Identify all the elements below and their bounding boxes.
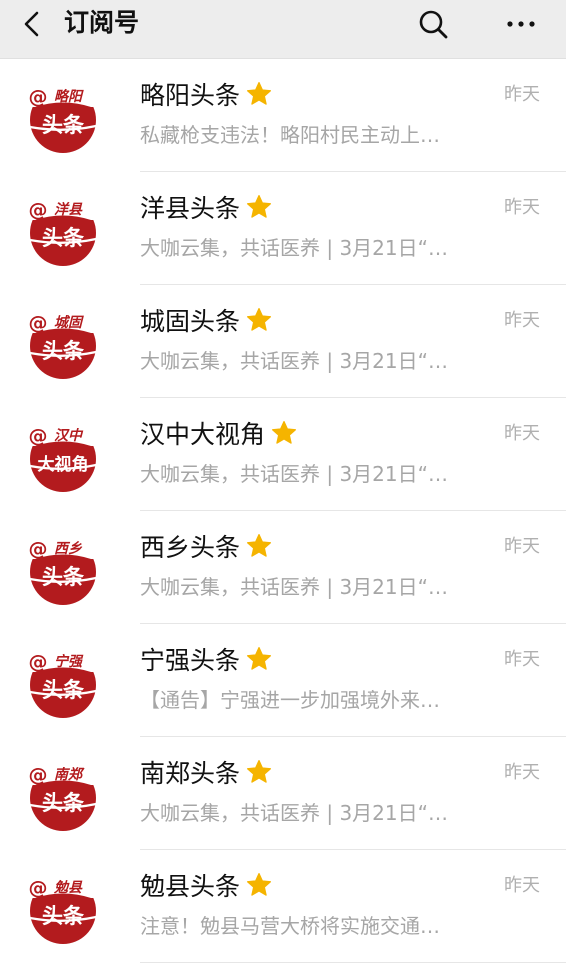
- logo-main-text: 头条: [42, 791, 85, 815]
- account-name-text: 城固头条: [140, 307, 241, 336]
- at-symbol: @: [29, 425, 48, 447]
- star-icon: [246, 194, 272, 218]
- account-name-text: 洋县头条: [140, 194, 241, 223]
- account-avatar: @ 宁强 头条: [22, 648, 104, 718]
- logo-main-text: 头条: [42, 904, 85, 928]
- timestamp: 昨天: [504, 536, 540, 557]
- account-name-text: 略阳头条: [140, 81, 241, 110]
- account-name-text: 汉中大视角: [140, 420, 266, 449]
- star-icon: [246, 307, 272, 331]
- account-name-text: 宁强头条: [140, 646, 241, 675]
- account-name-text: 西乡头条: [140, 533, 241, 562]
- at-symbol: @: [29, 312, 48, 334]
- latest-article-summary: 大咖云集，共话医养 | 3月21日“…: [140, 462, 448, 486]
- logo-city-text: 洋县: [54, 201, 83, 218]
- at-symbol: @: [29, 538, 48, 560]
- account-avatar: @ 洋县 头条: [22, 196, 104, 266]
- search-icon[interactable]: [417, 8, 451, 40]
- logo-city-text: 汉中: [54, 427, 84, 444]
- star-icon: [246, 646, 272, 670]
- star-icon: [246, 533, 272, 557]
- latest-article-summary: 私藏枪支违法！略阳村民主动上…: [140, 123, 440, 147]
- at-symbol: @: [29, 199, 48, 221]
- chevron-left-icon[interactable]: [20, 10, 44, 38]
- logo-city-text: 西乡: [54, 540, 83, 557]
- subscription-item[interactable]: @ 西乡 头条 西乡头条 大咖云集，共话医养 | 3月21日“… 昨天: [0, 511, 566, 624]
- subscription-item[interactable]: @ 城固 头条 城固头条 大咖云集，共话医养 | 3月21日“… 昨天: [0, 285, 566, 398]
- timestamp: 昨天: [504, 197, 540, 218]
- at-symbol: @: [29, 651, 48, 673]
- logo-city-text: 宁强: [54, 653, 84, 670]
- account-name: 宁强头条: [140, 646, 272, 676]
- latest-article-summary: 注意！勉县马营大桥将实施交通…: [140, 914, 440, 938]
- account-avatar: @ 南郑 头条: [22, 761, 104, 831]
- subscription-item[interactable]: @ 洋县 头条 洋县头条 大咖云集，共话医养 | 3月21日“… 昨天: [0, 172, 566, 285]
- latest-article-summary: 大咖云集，共话医养 | 3月21日“…: [140, 236, 448, 260]
- timestamp: 昨天: [504, 423, 540, 444]
- latest-article-summary: 大咖云集，共话医养 | 3月21日“…: [140, 575, 448, 599]
- timestamp: 昨天: [504, 762, 540, 783]
- logo-main-text: 头条: [42, 565, 85, 589]
- account-avatar: @ 略阳 头条: [22, 83, 104, 153]
- at-symbol: @: [29, 764, 48, 786]
- account-name: 西乡头条: [140, 533, 272, 563]
- subscription-item[interactable]: @ 略阳 头条 略阳头条 私藏枪支违法！略阳村民主动上… 昨天: [0, 59, 566, 172]
- logo-main-text: 头条: [42, 339, 85, 363]
- account-name: 汉中大视角: [140, 420, 297, 450]
- at-symbol: @: [29, 877, 48, 899]
- logo-main-text: 头条: [42, 226, 85, 250]
- logo-city-text: 南郑: [54, 766, 85, 783]
- account-name: 略阳头条: [140, 81, 272, 111]
- more-dots-icon[interactable]: [504, 8, 538, 40]
- subscription-item[interactable]: @ 宁强 头条 宁强头条 【通告】宁强进一步加强境外来… 昨天: [0, 624, 566, 737]
- star-icon: [246, 81, 272, 105]
- top-bar: 订阅号: [0, 0, 566, 59]
- account-name: 洋县头条: [140, 194, 272, 224]
- account-name: 勉县头条: [140, 872, 272, 902]
- account-avatar: @ 西乡 头条: [22, 535, 104, 605]
- timestamp: 昨天: [504, 649, 540, 670]
- subscription-item[interactable]: @ 南郑 头条 南郑头条 大咖云集，共话医养 | 3月21日“… 昨天: [0, 737, 566, 850]
- star-icon: [246, 759, 272, 783]
- subscription-list: @ 略阳 头条 略阳头条 私藏枪支违法！略阳村民主动上… 昨天 @ 洋县 头条 …: [0, 59, 566, 963]
- star-icon: [246, 872, 272, 896]
- account-name: 南郑头条: [140, 759, 272, 789]
- logo-main-text: 头条: [42, 113, 85, 137]
- logo-city-text: 勉县: [53, 879, 83, 896]
- logo-main-text: 大视角: [38, 454, 89, 475]
- account-avatar: @ 汉中 大视角: [22, 422, 104, 492]
- timestamp: 昨天: [504, 875, 540, 896]
- latest-article-summary: 大咖云集，共话医养 | 3月21日“…: [140, 801, 448, 825]
- at-symbol: @: [29, 86, 48, 108]
- star-icon: [271, 420, 297, 444]
- timestamp: 昨天: [504, 84, 540, 105]
- account-avatar: @ 城固 头条: [22, 309, 104, 379]
- logo-city-text: 城固: [54, 314, 84, 331]
- page-title: 订阅号: [64, 8, 140, 37]
- account-name-text: 勉县头条: [140, 872, 241, 901]
- latest-article-summary: 大咖云集，共话医养 | 3月21日“…: [140, 349, 448, 373]
- subscription-item[interactable]: @ 汉中 大视角 汉中大视角 大咖云集，共话医养 | 3月21日“… 昨天: [0, 398, 566, 511]
- latest-article-summary: 【通告】宁强进一步加强境外来…: [140, 688, 440, 712]
- timestamp: 昨天: [504, 310, 540, 331]
- account-name: 城固头条: [140, 307, 272, 337]
- logo-main-text: 头条: [42, 678, 85, 702]
- account-name-text: 南郑头条: [140, 759, 241, 788]
- subscription-item[interactable]: @ 勉县 头条 勉县头条 注意！勉县马营大桥将实施交通… 昨天: [0, 850, 566, 963]
- account-avatar: @ 勉县 头条: [22, 874, 104, 944]
- logo-city-text: 略阳: [54, 88, 84, 105]
